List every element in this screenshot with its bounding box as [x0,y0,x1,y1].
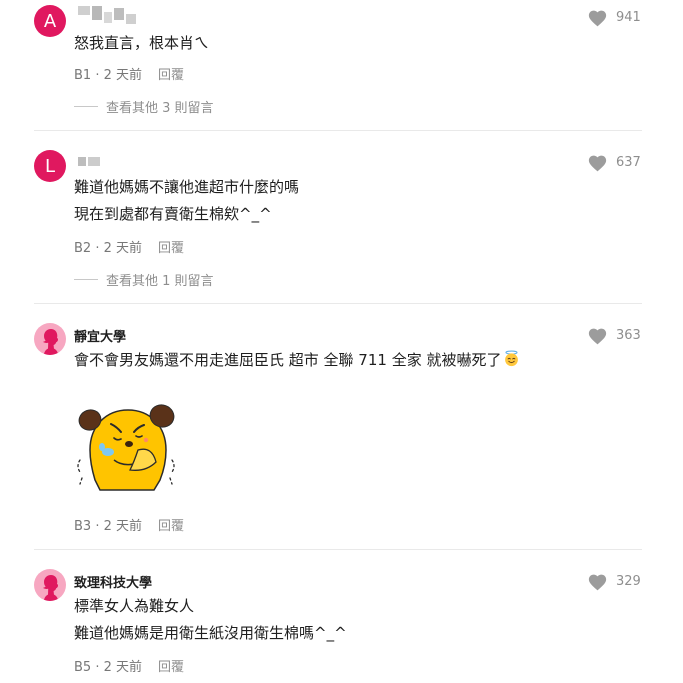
post-time: 2 天前 [103,519,143,534]
heart-icon [588,155,607,172]
avatar[interactable] [34,569,66,601]
comment-line: 會不會男友媽還不用走進屈臣氏 超市 全聯 711 全家 就被嚇死了 [74,351,502,369]
comment-divider [34,130,642,131]
like-count: 941 [616,10,641,25]
floor-time: B5 · 2 天前 [74,660,143,675]
female-silhouette-icon [43,575,58,601]
author-name-blurred[interactable] [78,6,136,24]
like-button[interactable]: 363 [587,326,641,345]
heart-icon [588,574,607,591]
comment-text: 難道他媽媽不讓他進超市什麼的嗎 現在到處都有賣衛生棉欸^_^ [74,174,299,228]
reply-button[interactable]: 回覆 [158,237,184,256]
heart-icon [588,10,607,27]
author-name[interactable]: 致理科技大學 [74,572,152,591]
floor-time: B3 · 2 天前 [74,519,143,534]
reply-button[interactable]: 回覆 [158,64,184,83]
comment-line: 標準女人為難女人 [74,597,195,615]
floor-time: B2 · 2 天前 [74,241,143,256]
heart-icon [588,328,607,345]
avatar-letter: A [43,10,57,32]
comment-text: 怒我直言，根本肖ㄟ [74,30,209,57]
author-name-blurred[interactable] [78,157,100,166]
female-silhouette-icon [43,329,58,355]
avatar[interactable]: A [34,5,66,37]
comment-meta: B5 · 2 天前 回覆 [74,656,184,675]
view-more-replies[interactable]: 查看其他 1 則留言 [74,270,214,289]
reply-button[interactable]: 回覆 [158,656,184,675]
comment-divider [34,303,642,304]
floor-number: B5 [74,660,92,675]
comment-meta: B2 · 2 天前 回覆 [74,237,184,256]
like-button[interactable]: 329 [587,572,641,591]
post-time: 2 天前 [103,660,143,675]
smiling-face-with-halo-icon [505,350,519,367]
comment-text: 會不會男友媽還不用走進屈臣氏 超市 全聯 711 全家 就被嚇死了 [74,347,520,374]
like-count: 363 [616,328,641,343]
like-count: 329 [616,574,641,589]
view-more-label: 查看其他 1 則留言 [106,274,214,289]
divider-dash [74,106,98,107]
post-time: 2 天前 [103,68,143,83]
like-button[interactable]: 637 [587,153,641,172]
floor-number: B2 [74,241,92,256]
comment-text: 標準女人為難女人 難道他媽媽是用衛生紙沒用衛生棉嗎^_^ [74,593,347,647]
post-time: 2 天前 [103,241,143,256]
avatar-letter: L [44,155,56,177]
view-more-label: 查看其他 3 則留言 [106,101,214,116]
comment-meta: B3 · 2 天前 回覆 [74,515,184,534]
yellow-dog-crying-sticker [77,404,175,491]
floor-time: B1 · 2 天前 [74,68,143,83]
divider-dash [74,279,98,280]
author-name[interactable]: 靜宜大學 [74,326,126,345]
avatar[interactable] [34,323,66,355]
comment-divider [34,549,642,550]
like-button[interactable]: 941 [587,8,641,27]
comment-line: 難道他媽媽不讓他進超市什麼的嗎 [74,178,300,196]
floor-number: B1 [74,68,92,83]
avatar[interactable]: L [34,150,66,182]
like-count: 637 [616,155,641,170]
floor-number: B3 [74,519,92,534]
comment-line: 怒我直言，根本肖ㄟ [74,34,210,52]
comment-meta: B1 · 2 天前 回覆 [74,64,184,83]
comment-line: 現在到處都有賣衛生棉欸^_^ [74,205,272,223]
view-more-replies[interactable]: 查看其他 3 則留言 [74,97,214,116]
comment-line: 難道他媽媽是用衛生紙沒用衛生棉嗎^_^ [74,624,347,642]
reply-button[interactable]: 回覆 [158,515,184,534]
